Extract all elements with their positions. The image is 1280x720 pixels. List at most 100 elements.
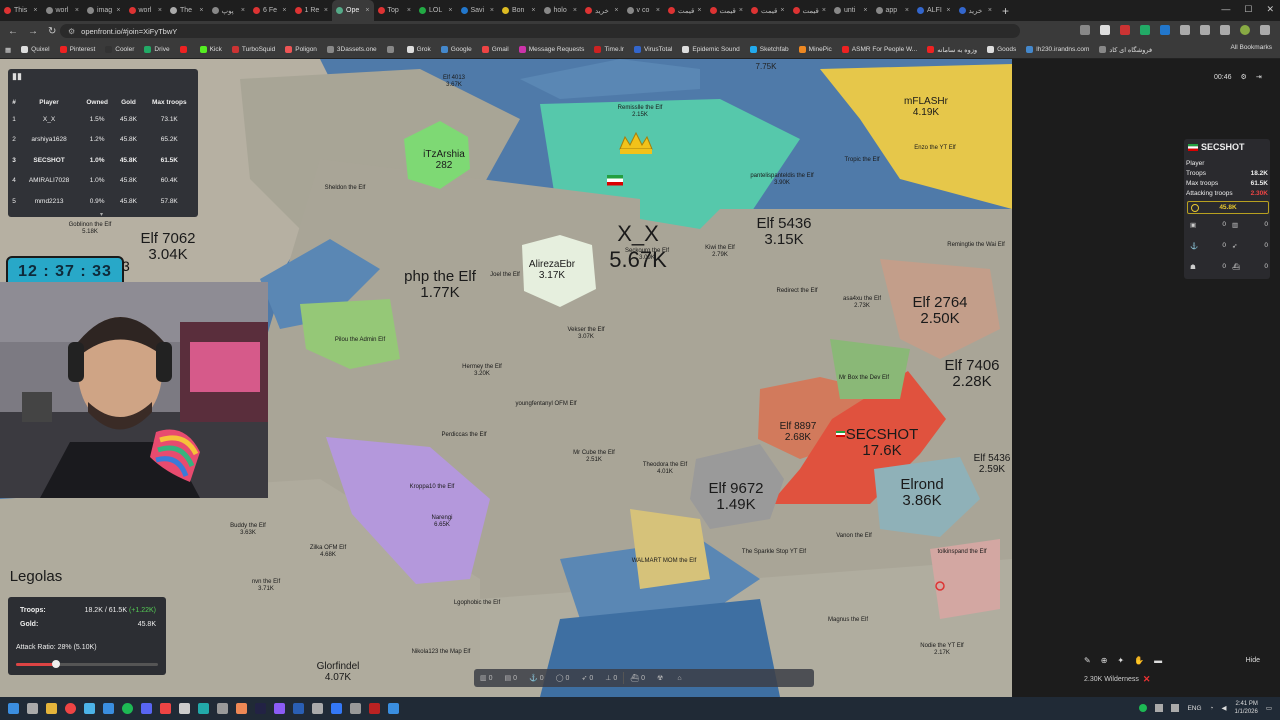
bookmark-item[interactable]: Goods [982,46,1021,53]
build-item[interactable]: ➶ 0 [575,674,599,683]
tray-icon[interactable] [1171,704,1180,712]
browser-tab[interactable]: قیمت × [789,0,831,21]
bookmark-item[interactable]: ASMR For People W... [837,46,922,53]
url-field[interactable]: ⚙ openfront.io/#join=XiFyTbwY [60,24,1020,38]
tab-close-icon[interactable]: × [116,7,120,14]
bookmark-item[interactable] [382,46,402,53]
build-item[interactable]: ▤ 0 [499,674,524,683]
browser-tab[interactable]: The × [166,0,208,21]
bookmark-item[interactable]: lh230.irandns.com [1021,46,1094,53]
new-tab-button[interactable]: + [996,4,1015,18]
close-icon[interactable]: ✕ [1143,674,1151,685]
chat-icon[interactable]: ▬ [1154,656,1162,665]
bookmark-item[interactable]: Gmail [477,46,514,53]
bookmark-item[interactable]: Grok [402,46,436,53]
browser-tab[interactable]: app × [872,0,914,21]
sidebar-icon[interactable] [1220,25,1230,35]
tab-close-icon[interactable]: × [33,7,37,14]
settings-gear-icon[interactable]: ⚙ [1241,73,1247,81]
build-item[interactable]: ⌂ [671,675,689,682]
bookmark-item[interactable]: Cooler [100,46,139,53]
back-icon[interactable]: ← [8,26,18,37]
file-explorer-icon[interactable] [46,703,57,714]
browser-tab[interactable]: ALFI × [913,0,955,21]
browser-tab[interactable]: holo × [540,0,582,21]
bookmark-item[interactable]: فروشگاه ای کاد [1094,46,1157,54]
browser-tab[interactable]: پوپ × [208,0,250,21]
browser-tab[interactable]: 6 Fe × [249,0,291,21]
build-item[interactable]: ⛴ 0 [624,674,651,683]
bookmark-star-icon[interactable] [1100,25,1110,35]
tool-icon[interactable]: ✦ [1117,656,1124,665]
tab-close-icon[interactable]: × [739,7,743,14]
bookmark-item[interactable] [175,46,195,53]
build-item[interactable]: ☢ [651,674,671,682]
browser-tab[interactable]: Ope × [332,0,374,21]
chrome-icon[interactable] [65,703,76,714]
hide-button[interactable]: Hide [1246,657,1260,664]
tab-close-icon[interactable]: × [199,7,203,14]
tab-close-icon[interactable]: × [241,7,245,14]
all-bookmarks-button[interactable]: All Bookmarks [1230,44,1272,51]
notification-icon[interactable]: ▭ [1266,704,1272,712]
app-icon[interactable] [255,703,266,714]
pencil-icon[interactable]: ✎ [1084,656,1091,665]
leaderboard-row[interactable]: 4 AMIRALI7028 1.0% 45.8K 60.4K [10,171,196,192]
exit-icon[interactable]: ⇥ [1256,73,1262,81]
windows-start-icon[interactable] [8,703,19,714]
bookmark-item[interactable]: وزوه به سامانه [922,46,982,54]
volume-icon[interactable]: ◀ [1221,704,1226,712]
cast-icon[interactable] [1080,25,1090,35]
telegram-icon[interactable] [84,703,95,714]
browser-tab[interactable]: قیمت × [664,0,706,21]
bookmark-item[interactable]: Epidemic Sound [677,46,744,53]
menu-icon[interactable] [1260,25,1270,35]
browser-tab[interactable]: worl × [42,0,84,21]
bookmark-item[interactable]: VirusTotal [629,46,677,53]
app-icon[interactable] [369,703,380,714]
territory-mr-box[interactable] [830,339,910,399]
discord-icon[interactable] [141,703,152,714]
browser-tab[interactable]: قیمت × [747,0,789,21]
app-icon[interactable] [350,703,361,714]
bookmark-item[interactable]: TurboSquid [227,46,280,53]
app-icon[interactable] [388,703,399,714]
extensions-puzzle-icon[interactable] [1200,25,1210,35]
tray-icon[interactable] [1139,704,1148,712]
extension-icon[interactable] [1140,25,1150,35]
maximize-icon[interactable]: ☐ [1244,4,1252,15]
wifi-icon[interactable]: ◔ [1210,705,1214,712]
language-indicator[interactable]: ENG [1187,705,1201,712]
extension-icon[interactable] [1160,25,1170,35]
search-icon[interactable] [27,703,38,714]
browser-tab[interactable]: Bon × [498,0,540,21]
leaderboard-row[interactable]: 5 mmd2213 0.9% 45.8K 57.8K [10,191,196,212]
tab-close-icon[interactable]: × [490,7,494,14]
tab-close-icon[interactable]: × [448,7,452,14]
profile-avatar[interactable] [1240,25,1250,35]
minimize-icon[interactable]: — [1221,4,1230,15]
reload-icon[interactable]: ↻ [48,26,56,37]
target-icon[interactable]: ⊕ [1101,656,1108,665]
app-icon[interactable] [217,703,228,714]
tab-close-icon[interactable]: × [988,7,992,14]
close-icon[interactable]: ✕ [1266,4,1274,15]
bookmark-item[interactable]: Drive [139,46,174,53]
bookmark-item[interactable]: Kick [195,46,227,53]
tab-close-icon[interactable]: × [75,7,79,14]
site-settings-icon[interactable]: ⚙ [68,27,75,36]
bookmark-item[interactable]: Google [436,46,477,53]
tab-close-icon[interactable]: × [282,7,286,14]
handshake-icon[interactable]: ✋ [1134,656,1144,665]
leaderboard-row[interactable]: 2 arshiya1628 1.2% 45.8K 65.2K [10,130,196,151]
photoshop-icon[interactable] [293,703,304,714]
bookmark-item[interactable]: Quixel [16,46,54,53]
tab-close-icon[interactable]: × [158,7,162,14]
game-map[interactable]: X_X 5.67K SECSHOT 17.6K mFLASHr 4.19K iTzArshi… [0,59,1012,697]
build-item[interactable]: ⚓ 0 [523,674,550,683]
browser-tab[interactable]: imag × [83,0,125,21]
build-item[interactable]: ▥ 0 [474,674,499,683]
browser-tab[interactable]: worl × [125,0,167,21]
tab-close-icon[interactable]: × [905,7,909,14]
browser-tab[interactable]: This × [0,0,42,21]
